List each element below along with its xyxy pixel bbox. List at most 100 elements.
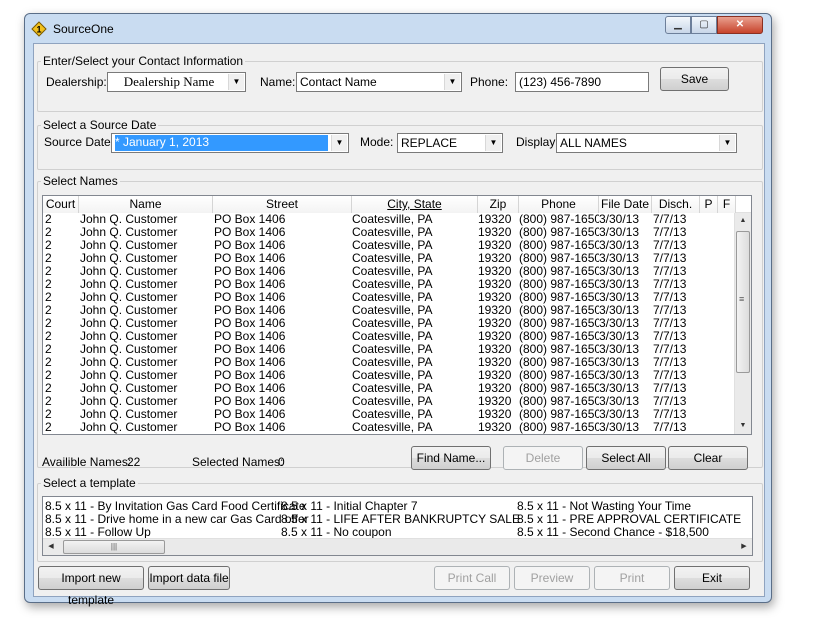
table-row[interactable]: 2 John Q. Customer PO Box 1406 Coatesville,… xyxy=(43,278,751,291)
chevron-down-icon[interactable]: ▼ xyxy=(719,135,735,151)
table-row[interactable]: 2 John Q. Customer PO Box 1406 Coatesville,… xyxy=(43,239,751,252)
names-list[interactable]: Court Name Street City, State Zip Phone … xyxy=(42,195,752,435)
table-row[interactable]: 2 John Q. Customer PO Box 1406 Coatesville,… xyxy=(43,356,751,369)
cell-street: PO Box 1406 xyxy=(214,278,286,291)
scroll-up-icon[interactable]: ▲ xyxy=(735,213,751,229)
cell-court: 2 xyxy=(45,317,52,330)
cell-city-state: Coatesville, PA xyxy=(352,317,433,330)
table-row[interactable]: 2 John Q. Customer PO Box 1406 Coatesville,… xyxy=(43,317,751,330)
import-data-button[interactable]: Import data file xyxy=(148,566,230,590)
cell-zip: 19320 xyxy=(478,265,512,278)
scroll-right-icon[interactable]: ▶ xyxy=(736,539,752,555)
cell-name: John Q. Customer xyxy=(80,369,178,382)
dealership-select[interactable]: Dealership Name ▼ xyxy=(107,72,246,92)
table-row[interactable]: 2 John Q. Customer PO Box 1406 Coatesville,… xyxy=(43,213,751,226)
clear-button[interactable]: Clear xyxy=(668,446,748,470)
table-row[interactable]: 2 John Q. Customer PO Box 1406 Coatesville,… xyxy=(43,369,751,382)
table-row[interactable]: 2 John Q. Customer PO Box 1406 Coatesville,… xyxy=(43,265,751,278)
table-row[interactable]: 2 John Q. Customer PO Box 1406 Coatesville,… xyxy=(43,226,751,239)
source-date-select[interactable]: * January 1, 2013 ▼ xyxy=(111,133,349,153)
cell-phone: (800) 987-1650 xyxy=(519,239,599,252)
chevron-down-icon[interactable]: ▼ xyxy=(228,74,244,90)
cell-phone: (800) 987-1650 xyxy=(519,356,599,369)
select-all-button[interactable]: Select All xyxy=(586,446,666,470)
chevron-down-icon[interactable]: ▼ xyxy=(444,74,460,90)
names-list-scrollbar[interactable]: ▲ ≡ ▼ xyxy=(734,213,751,434)
display-value: ALL NAMES xyxy=(560,136,627,150)
cell-phone: (800) 987-1650 xyxy=(519,421,599,434)
table-row[interactable]: 2 John Q. Customer PO Box 1406 Coatesville,… xyxy=(43,408,751,421)
template-legend: Select a template xyxy=(43,476,136,490)
selected-names-count: 0 xyxy=(278,455,285,469)
column-file-date[interactable]: File Date xyxy=(599,196,652,213)
cell-street: PO Box 1406 xyxy=(214,291,286,304)
template-list-scrollbar[interactable]: ◀ ||| ▶ xyxy=(43,538,752,555)
table-row[interactable]: 2 John Q. Customer PO Box 1406 Coatesville,… xyxy=(43,304,751,317)
maximize-icon: ▢ xyxy=(699,19,709,30)
scrollbar-thumb[interactable]: ≡ xyxy=(736,231,750,373)
cell-city-state: Coatesville, PA xyxy=(352,226,433,239)
cell-phone: (800) 987-1650 xyxy=(519,317,599,330)
cell-street: PO Box 1406 xyxy=(214,239,286,252)
column-city-state[interactable]: City, State xyxy=(352,196,478,213)
cell-street: PO Box 1406 xyxy=(214,213,286,226)
column-disch[interactable]: Disch. xyxy=(652,196,700,213)
cell-court: 2 xyxy=(45,278,52,291)
cell-name: John Q. Customer xyxy=(80,239,178,252)
cell-court: 2 xyxy=(45,291,52,304)
column-street[interactable]: Street xyxy=(213,196,352,213)
maximize-button[interactable]: ▢ xyxy=(691,16,717,34)
phone-field[interactable]: (123) 456-7890 xyxy=(515,72,649,92)
exit-button[interactable]: Exit xyxy=(674,566,750,590)
save-button[interactable]: Save xyxy=(660,67,729,91)
display-select[interactable]: ALL NAMES ▼ xyxy=(556,133,737,153)
name-select[interactable]: Contact Name ▼ xyxy=(296,72,462,92)
find-name-button[interactable]: Find Name... xyxy=(411,446,491,470)
column-phone[interactable]: Phone xyxy=(519,196,599,213)
cell-name: John Q. Customer xyxy=(80,252,178,265)
column-name[interactable]: Name xyxy=(79,196,213,213)
table-row[interactable]: 2 John Q. Customer PO Box 1406 Coatesville,… xyxy=(43,395,751,408)
table-row[interactable]: 2 John Q. Customer PO Box 1406 Coatesville,… xyxy=(43,291,751,304)
print-button[interactable]: Print xyxy=(594,566,670,590)
column-p[interactable]: P xyxy=(700,196,718,213)
scroll-down-icon[interactable]: ▼ xyxy=(735,418,751,434)
chevron-down-icon[interactable]: ▼ xyxy=(485,135,501,151)
column-f[interactable]: F xyxy=(718,196,736,213)
minimize-button[interactable]: ▁ xyxy=(665,16,691,34)
cell-court: 2 xyxy=(45,356,52,369)
cell-zip: 19320 xyxy=(478,252,512,265)
delete-button[interactable]: Delete xyxy=(503,446,583,470)
cell-city-state: Coatesville, PA xyxy=(352,382,433,395)
cell-disch: 7/7/13 xyxy=(653,330,687,343)
cell-zip: 19320 xyxy=(478,317,512,330)
table-row[interactable]: 2 John Q. Customer PO Box 1406 Coatesville,… xyxy=(43,252,751,265)
print-call-button[interactable]: Print Call xyxy=(434,566,510,590)
table-row[interactable]: 2 John Q. Customer PO Box 1406 Coatesville,… xyxy=(43,330,751,343)
table-row[interactable]: 2 John Q. Customer PO Box 1406 Coatesville,… xyxy=(43,343,751,356)
table-row[interactable]: 2 John Q. Customer PO Box 1406 Coatesville,… xyxy=(43,382,751,395)
import-template-button[interactable]: Import new template xyxy=(38,566,144,607)
template-list[interactable]: 8.5 x 11 - By Invitation Gas Card Food C… xyxy=(42,496,753,556)
mode-select[interactable]: REPLACE ▼ xyxy=(397,133,503,153)
cell-phone: (800) 987-1650 xyxy=(519,226,599,239)
cell-disch: 7/7/13 xyxy=(653,408,687,421)
cell-disch: 7/7/13 xyxy=(653,304,687,317)
window-title: SourceOne xyxy=(53,22,114,36)
cell-court: 2 xyxy=(45,343,52,356)
cell-phone: (800) 987-1650 xyxy=(519,213,599,226)
cell-name: John Q. Customer xyxy=(80,330,178,343)
cell-street: PO Box 1406 xyxy=(214,343,286,356)
close-button[interactable]: ✕ xyxy=(717,16,763,34)
column-zip[interactable]: Zip xyxy=(478,196,519,213)
name-value: Contact Name xyxy=(300,75,377,89)
cell-disch: 7/7/13 xyxy=(653,317,687,330)
scrollbar-thumb[interactable]: ||| xyxy=(63,540,165,554)
table-row[interactable]: 2 John Q. Customer PO Box 1406 Coatesville,… xyxy=(43,421,751,434)
preview-button[interactable]: Preview xyxy=(514,566,590,590)
chevron-down-icon[interactable]: ▼ xyxy=(331,135,347,151)
cell-file-date: 3/30/13 xyxy=(599,395,640,408)
scroll-left-icon[interactable]: ◀ xyxy=(43,539,59,555)
column-court[interactable]: Court xyxy=(43,196,79,213)
title-bar[interactable]: 1 SourceOne ▁ ▢ ✕ xyxy=(25,14,771,42)
